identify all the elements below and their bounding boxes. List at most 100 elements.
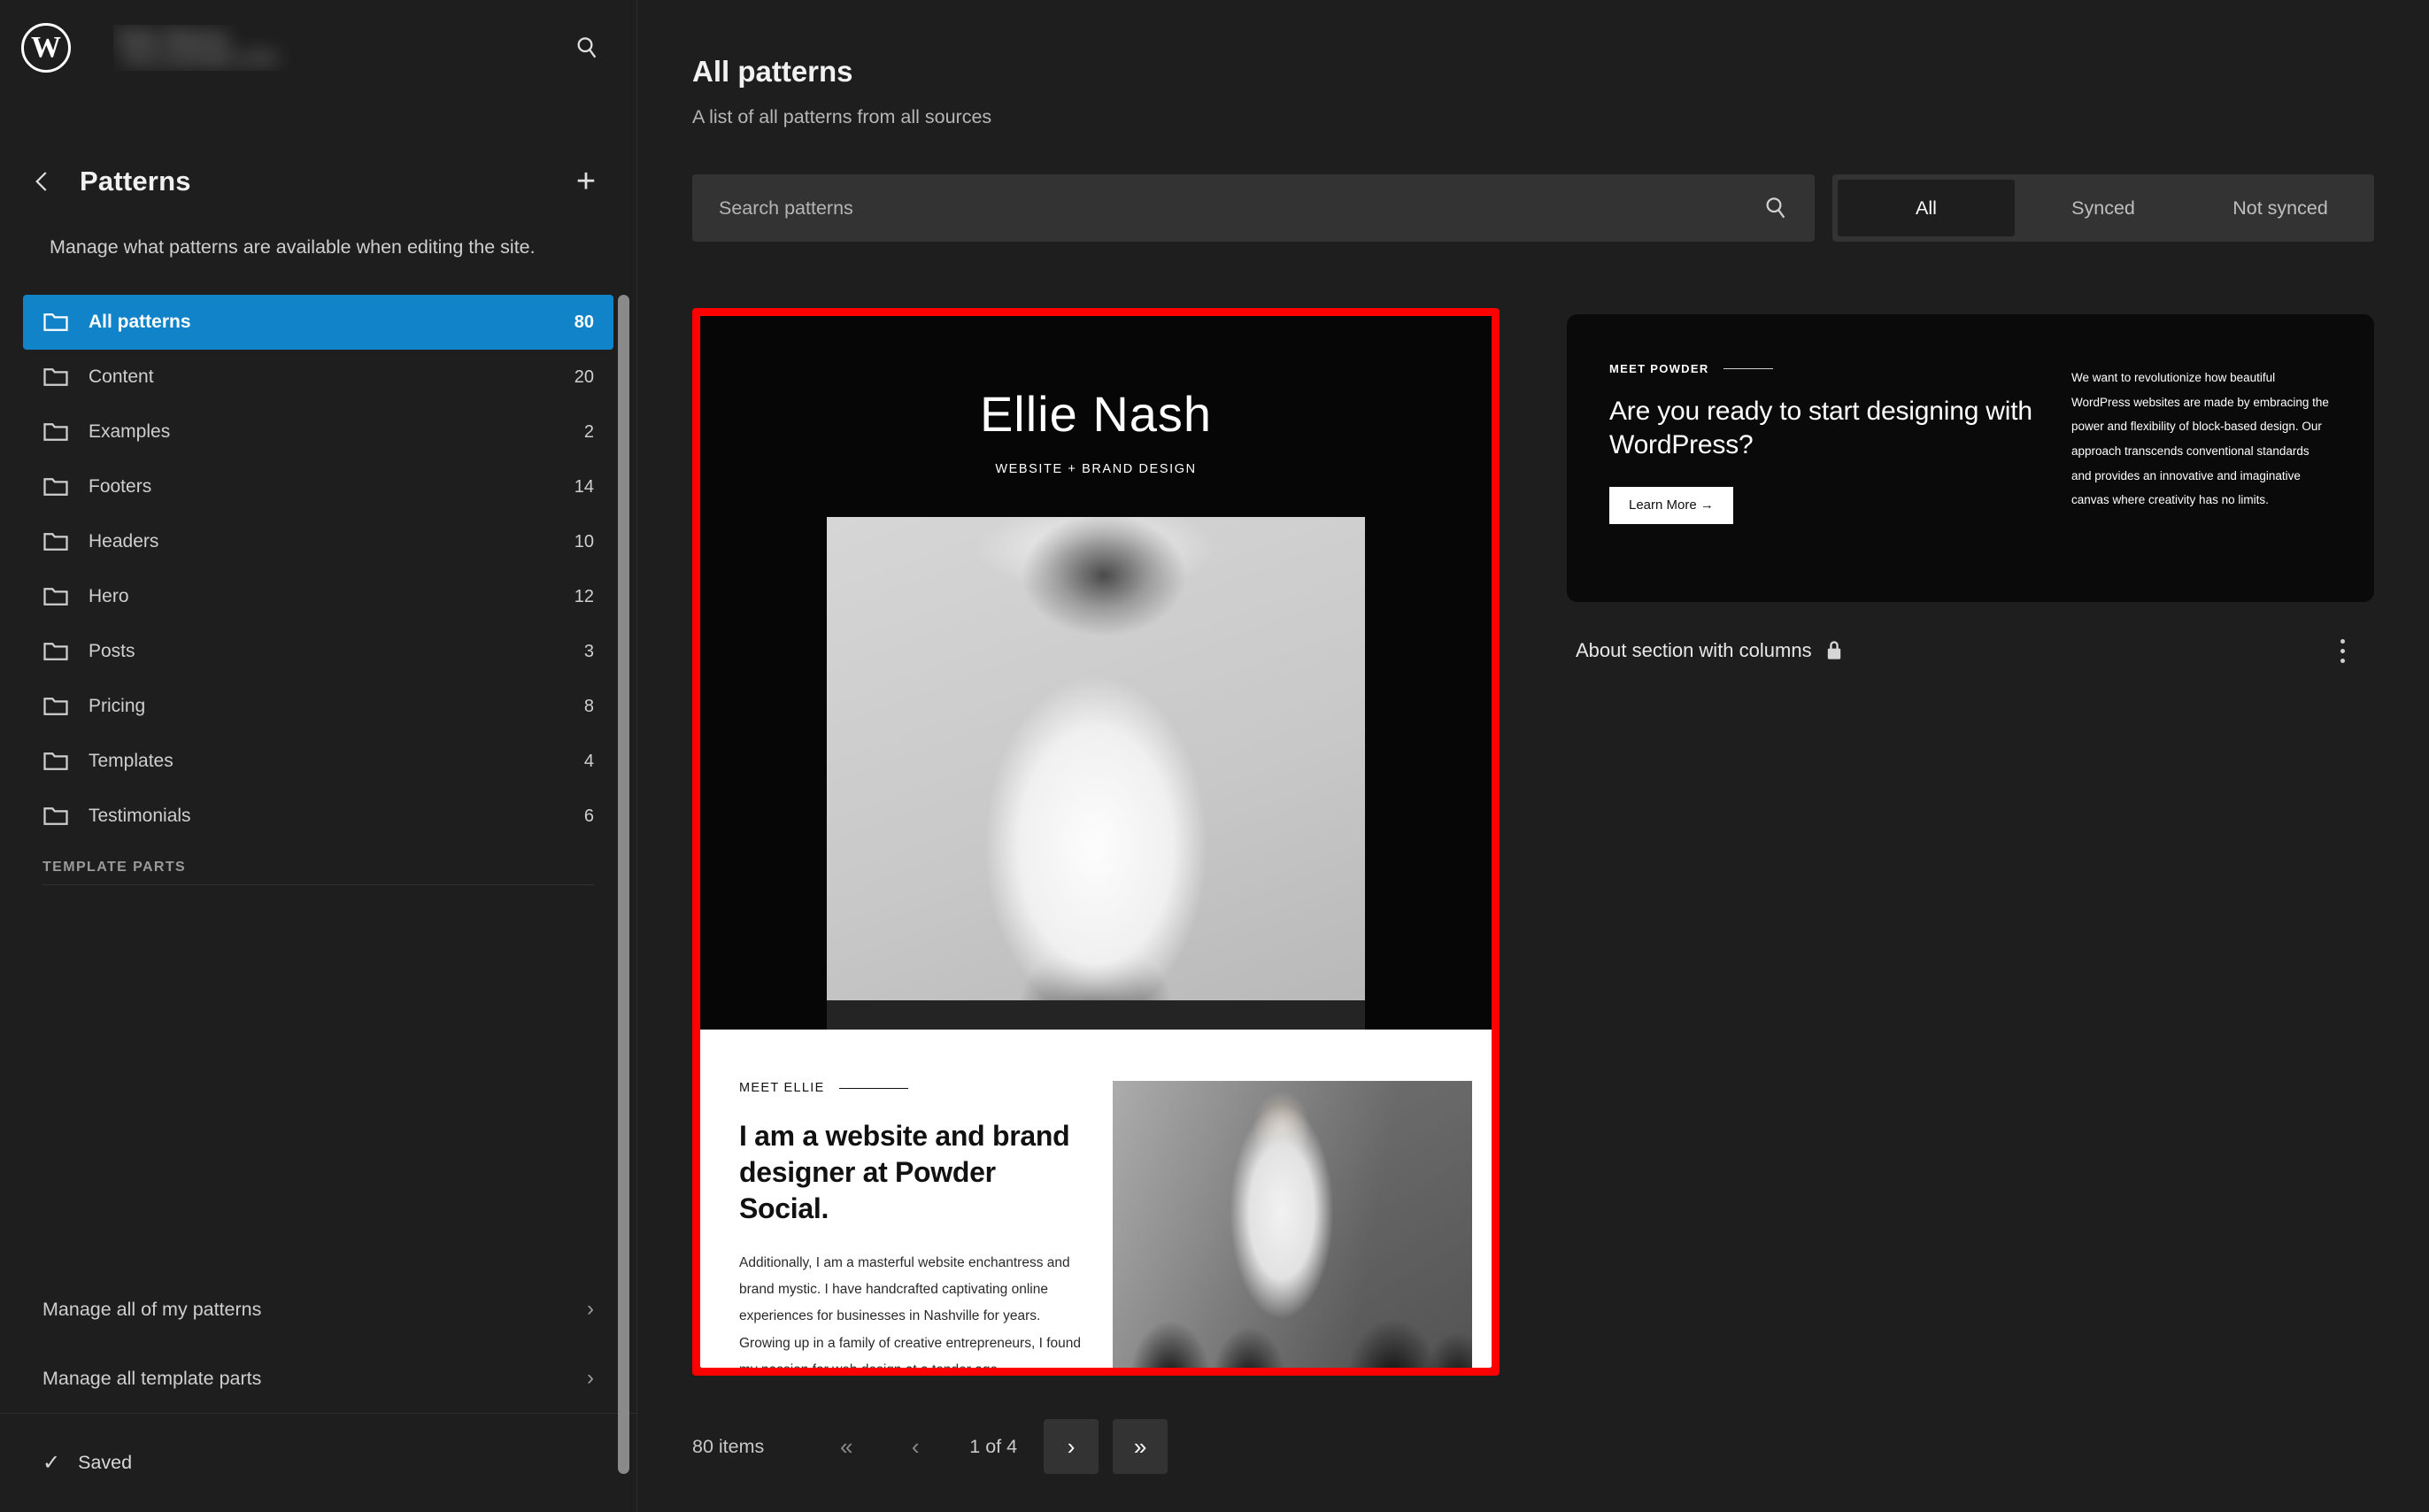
sidebar-title-row: Patterns + xyxy=(0,143,636,220)
main-header: All patterns A list of all patterns from… xyxy=(637,0,2429,128)
sidebar-item-count: 3 xyxy=(583,641,594,661)
pagination-next-button[interactable]: › xyxy=(1044,1419,1099,1474)
pagination-page-indicator: 1 of 4 xyxy=(969,1435,1018,1457)
sidebar-item-content[interactable]: Content 20 xyxy=(23,350,613,405)
sidebar-item-count: 2 xyxy=(583,421,594,442)
pagination-first-button[interactable]: « xyxy=(819,1419,874,1474)
preview-side-photo xyxy=(1113,1081,1472,1368)
sidebar-manage-links: Manage all of my patterns › Manage all t… xyxy=(0,1275,636,1413)
pattern-card-footer: About section with columns xyxy=(1567,618,2374,683)
sidebar-description: Manage what patterns are available when … xyxy=(50,236,536,258)
sidebar-item-label: Posts xyxy=(89,641,135,662)
sidebar-item-headers[interactable]: Headers 10 xyxy=(23,514,613,569)
save-status-bar[interactable]: ✓ Saved xyxy=(0,1413,636,1512)
site-name-line-2: site.example.com xyxy=(122,48,278,68)
search-placeholder: Search patterns xyxy=(719,197,853,219)
filter-toolbar: Search patterns All Synced Not synced xyxy=(692,174,2374,242)
sidebar-item-hero[interactable]: Hero 12 xyxy=(23,569,613,624)
sidebar-category-list: All patterns 80 Content 20 Examples 2 Fo… xyxy=(0,295,636,1475)
preview-body-text: We want to revolutionize how beautiful W… xyxy=(2071,371,2329,507)
preview-about-section: MEET ELLIE I am a website and brand desi… xyxy=(700,1030,1492,1368)
sidebar-item-count: 80 xyxy=(574,312,594,332)
preview-body-text: Additionally, I am a masterful website e… xyxy=(739,1254,1081,1368)
preview-hero-tagline: WEBSITE + BRAND DESIGN xyxy=(995,462,1197,476)
filter-tab-all[interactable]: All xyxy=(1838,180,2015,236)
sidebar-item-templates[interactable]: Templates 4 xyxy=(23,734,613,789)
sidebar-item-pricing[interactable]: Pricing 8 xyxy=(23,679,613,734)
preview-hero-name: Ellie Nash xyxy=(979,386,1213,442)
chevron-right-icon: › xyxy=(587,1366,594,1390)
chevron-left-icon[interactable] xyxy=(23,162,62,201)
pagination-item-count: 80 items xyxy=(692,1435,765,1457)
eyebrow-rule xyxy=(1723,368,1773,369)
preview-side-photo-wrap xyxy=(1113,1081,1472,1368)
preview-eyebrow: MEET ELLIE xyxy=(739,1081,1086,1095)
preview-heading: I am a website and brand designer at Pow… xyxy=(739,1120,1070,1224)
filter-tab-not-synced[interactable]: Not synced xyxy=(2192,180,2369,236)
sidebar-item-label: Examples xyxy=(89,421,171,443)
sidebar-divider xyxy=(42,884,594,886)
pattern-preview-about-columns[interactable]: MEET POWDER Are you ready to start desig… xyxy=(1567,314,2374,602)
sidebar-item-label: Pricing xyxy=(89,696,146,717)
pagination: 80 items « ‹ 1 of 4 › » xyxy=(692,1381,1168,1512)
preview-left-column: MEET POWDER Are you ready to start desig… xyxy=(1609,353,2034,602)
sidebar-item-count: 10 xyxy=(574,531,594,552)
folder-icon xyxy=(42,805,76,828)
folder-icon xyxy=(42,750,76,773)
check-icon: ✓ xyxy=(42,1451,61,1475)
pagination-prev-button[interactable]: ‹ xyxy=(888,1419,943,1474)
preview-eyebrow-label: MEET ELLIE xyxy=(739,1081,825,1095)
folder-icon xyxy=(42,311,76,334)
sidebar-scrollbar[interactable] xyxy=(618,295,629,1475)
preview-learn-more-button[interactable]: Learn More → xyxy=(1609,486,1733,524)
sidebar-item-label: Templates xyxy=(89,751,174,772)
folder-icon xyxy=(42,530,76,553)
sidebar-item-footers[interactable]: Footers 14 xyxy=(23,459,613,514)
main-page-subtitle: A list of all patterns from all sources xyxy=(692,106,992,127)
sidebar-item-label: Footers xyxy=(89,476,152,498)
save-status-label: Saved xyxy=(78,1452,133,1473)
sidebar-item-count: 20 xyxy=(574,366,594,387)
sidebar-item-label: Testimonials xyxy=(89,806,191,827)
sidebar-topbar: W Site Name site.example.com xyxy=(0,0,636,96)
pattern-card-selected[interactable]: Ellie Nash WEBSITE + BRAND DESIGN MEET E… xyxy=(692,308,1500,1376)
sidebar-item-testimonials[interactable]: Testimonials 6 xyxy=(23,789,613,844)
pattern-title: About section with columns xyxy=(1576,639,1812,661)
lock-icon xyxy=(1824,640,1844,661)
page-title: Patterns xyxy=(80,166,191,197)
kebab-menu-icon[interactable] xyxy=(2319,628,2365,674)
main-page-title: All patterns xyxy=(692,55,853,88)
manage-all-template-parts-link[interactable]: Manage all template parts › xyxy=(23,1344,613,1413)
sidebar-item-all-patterns[interactable]: All patterns 80 xyxy=(23,295,613,351)
wordpress-logo-icon[interactable]: W xyxy=(21,23,71,73)
folder-icon xyxy=(42,695,76,718)
search-icon[interactable] xyxy=(564,25,610,71)
sidebar-section-heading: TEMPLATE PARTS xyxy=(42,860,187,876)
manage-all-my-patterns-link[interactable]: Manage all of my patterns › xyxy=(23,1275,613,1344)
sidebar-item-count: 6 xyxy=(583,806,594,826)
sidebar-item-label: All patterns xyxy=(89,312,191,333)
sidebar-item-count: 14 xyxy=(574,476,594,497)
sidebar-item-count: 4 xyxy=(583,751,594,771)
sidebar-item-label: Hero xyxy=(89,586,129,607)
preview-hero-photo xyxy=(827,517,1365,1048)
plus-icon[interactable]: + xyxy=(566,161,606,202)
app-root: W Site Name site.example.com Patterns + … xyxy=(0,0,2429,1512)
sidebar-item-label: Headers xyxy=(89,531,159,552)
filter-tab-synced[interactable]: Synced xyxy=(2015,180,2192,236)
search-input[interactable]: Search patterns xyxy=(692,174,1815,242)
sidebar: W Site Name site.example.com Patterns + … xyxy=(0,0,637,1512)
main-content: All patterns A list of all patterns from… xyxy=(637,0,2429,1512)
sidebar-item-examples[interactable]: Examples 2 xyxy=(23,405,613,459)
preview-eyebrow: MEET POWDER xyxy=(1609,362,2034,375)
folder-icon xyxy=(42,640,76,663)
sidebar-item-posts[interactable]: Posts 3 xyxy=(23,624,613,679)
search-icon xyxy=(1762,194,1790,222)
site-name-redacted: Site Name site.example.com xyxy=(113,25,397,71)
pagination-last-button[interactable]: » xyxy=(1113,1419,1168,1474)
sidebar-item-label: Content xyxy=(89,366,154,388)
folder-icon xyxy=(42,366,76,389)
preview-eyebrow-label: MEET POWDER xyxy=(1609,362,1709,375)
pattern-card-about-section: MEET POWDER Are you ready to start desig… xyxy=(1567,314,2374,683)
sidebar-item-count: 12 xyxy=(574,586,594,606)
